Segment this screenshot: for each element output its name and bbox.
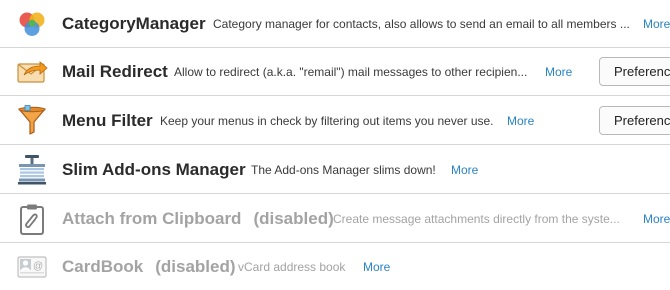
addon-name: Mail Redirect [62, 61, 168, 81]
addon-name: Slim Add-ons Manager [62, 159, 246, 179]
addon-item-mail-redirect[interactable]: Mail Redirect Allow to redirect (a.k.a. … [0, 48, 670, 96]
preferences-button[interactable]: Preferences [599, 57, 670, 86]
addon-name: CardBook (disabled) [62, 257, 236, 276]
addon-description: Allow to redirect (a.k.a. "remail") mail… [174, 64, 528, 79]
more-link[interactable]: More [507, 114, 534, 128]
addon-description: The Add-ons Manager slims down! [251, 162, 436, 177]
addon-item-slim-addons-manager[interactable]: Slim Add-ons Manager The Add-ons Manager… [0, 146, 670, 194]
addon-name: CategoryManager [62, 13, 206, 33]
addon-item-cardbook[interactable]: @ CardBook (disabled) vCard address book … [0, 244, 670, 290]
addon-description: Category manager for contacts, also allo… [213, 16, 630, 31]
vise-icon [16, 154, 48, 186]
more-link[interactable]: More [451, 163, 478, 177]
addon-name: Attach from Clipboard (disabled) [62, 208, 334, 228]
category-manager-icon [16, 8, 48, 40]
addon-description: Keep your menus in check by filtering ou… [160, 113, 494, 128]
clipboard-paperclip-icon [16, 203, 48, 235]
contact-card-icon: @ [16, 251, 48, 283]
addon-item-menu-filter[interactable]: Menu Filter Keep your menus in check by … [0, 97, 670, 145]
addon-item-attach-from-clipboard[interactable]: Attach from Clipboard (disabled) Create m… [0, 195, 670, 243]
disabled-label: (disabled) [155, 257, 236, 276]
more-link[interactable]: More [545, 65, 572, 79]
more-link[interactable]: More [643, 212, 670, 226]
svg-text:@: @ [33, 261, 43, 272]
funnel-icon [16, 104, 48, 137]
preferences-button[interactable]: Preferences [599, 106, 670, 135]
more-link[interactable]: More [643, 17, 670, 31]
disabled-label: (disabled) [253, 208, 334, 228]
envelope-arrow-icon [16, 56, 48, 88]
addon-description: vCard address book [238, 260, 346, 274]
addon-description: Create message attachments directly from… [333, 211, 620, 226]
addon-item-categorymanager[interactable]: CategoryManager Category manager for con… [0, 0, 670, 48]
addon-name: Menu Filter [62, 110, 153, 130]
more-link[interactable]: More [363, 260, 390, 274]
addon-list: CategoryManager Category manager for con… [0, 0, 670, 290]
